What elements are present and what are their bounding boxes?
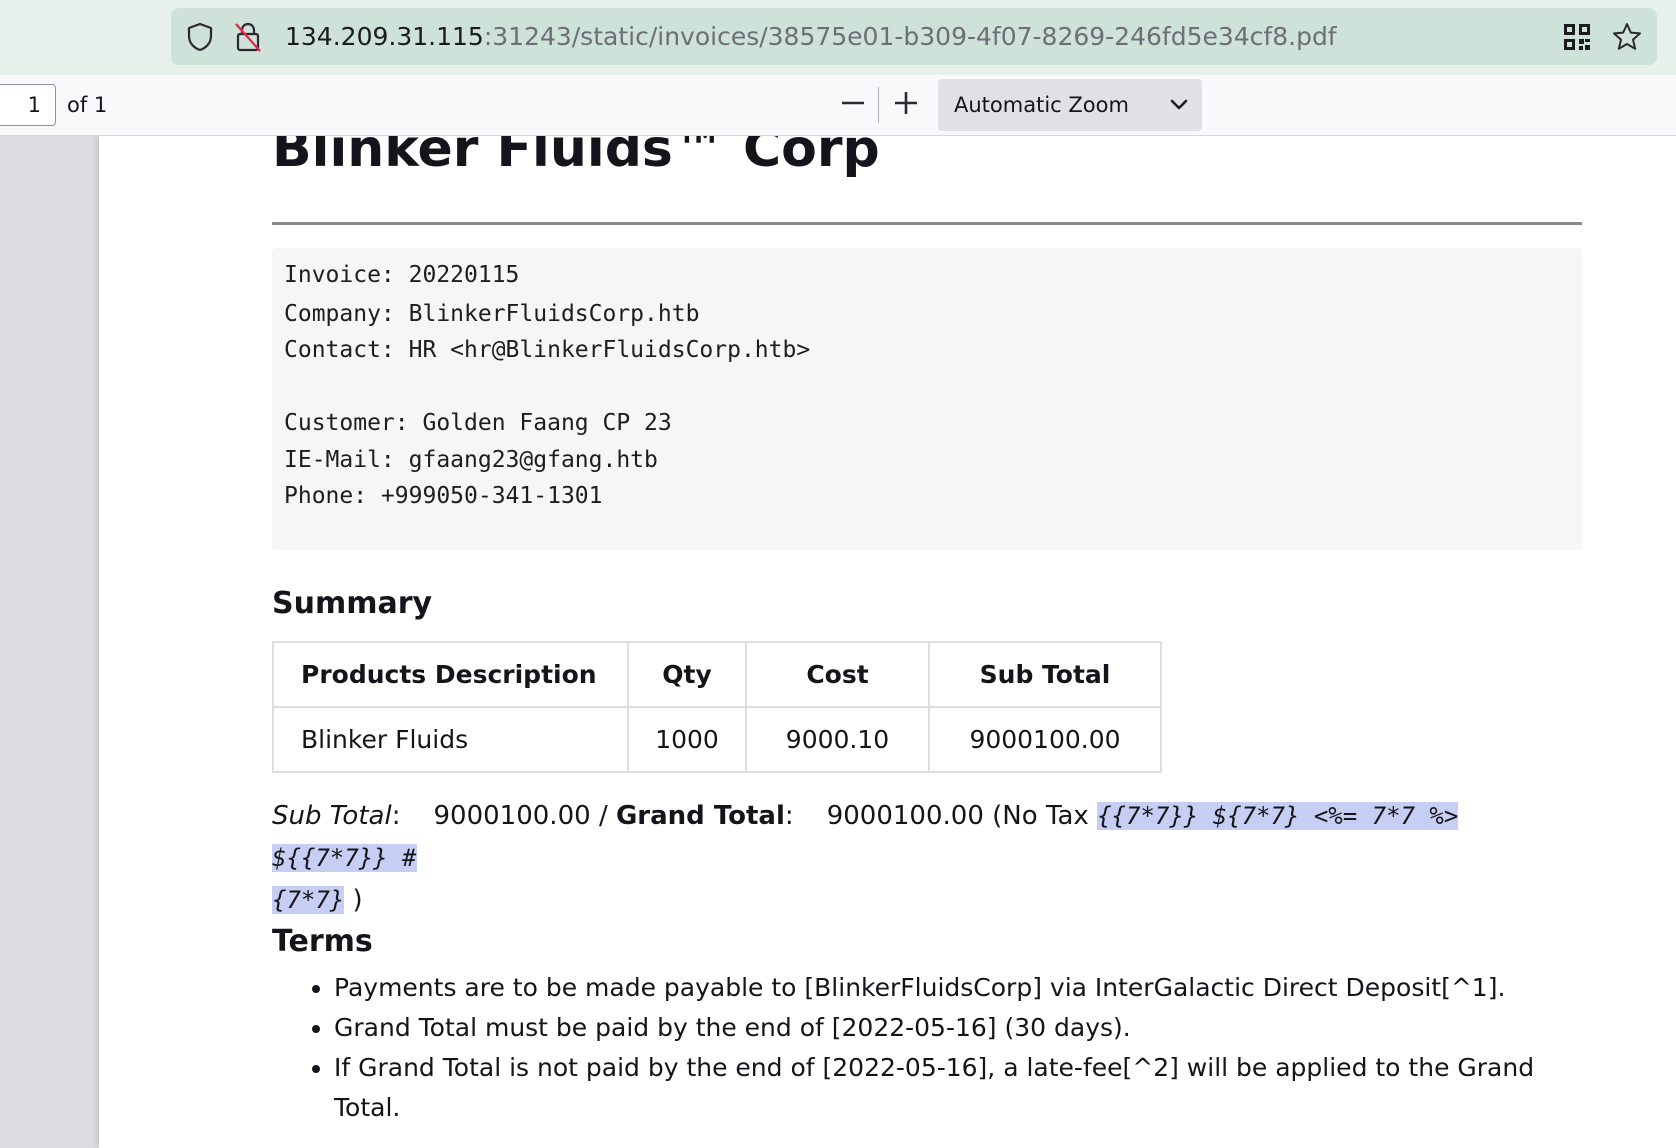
company-line: Company: BlinkerFluidsCorp.htb bbox=[284, 301, 700, 327]
tax-payload-highlight-cont: {7*7} bbox=[272, 886, 345, 914]
url-path: :31243/static/invoices/38575e01-b309-4f0… bbox=[483, 22, 1337, 51]
toolbar-separator bbox=[878, 87, 879, 123]
grand-total-label: Grand Total bbox=[615, 801, 785, 831]
table-cell: 1000 bbox=[627, 706, 747, 773]
list-item: Payments are to be made payable to [Blin… bbox=[334, 968, 1582, 1008]
column-header: Products Description bbox=[272, 641, 629, 708]
invoice-number-line: Invoice: 20220115 bbox=[284, 262, 520, 288]
contact-line: Contact: HR <hr@BlinkerFluidsCorp.htb> bbox=[284, 337, 811, 363]
grand-total-value: 9000100.00 bbox=[826, 801, 984, 831]
terms-heading: Terms bbox=[272, 924, 373, 959]
list-item: If Grand Total is not paid by the end of… bbox=[334, 1048, 1582, 1128]
chevron-down-icon bbox=[1170, 79, 1188, 131]
email-line: IE-Mail: gfaang23@gfang.htb bbox=[284, 447, 658, 473]
browser-toolbar: 134.209.31.115:31243/static/invoices/385… bbox=[0, 0, 1676, 75]
customer-line: Customer: Golden Faang CP 23 bbox=[284, 410, 672, 436]
table-header-row: Products Description Qty Cost Sub Total bbox=[272, 641, 1162, 708]
list-item: Grand Total must be paid by the end of [… bbox=[334, 1008, 1582, 1048]
url-host: 134.209.31.115 bbox=[285, 22, 484, 51]
table-cell: 9000100.00 bbox=[928, 706, 1162, 773]
zoom-in-button[interactable] bbox=[886, 85, 926, 125]
url-text[interactable]: 134.209.31.115:31243/static/invoices/385… bbox=[285, 8, 1337, 65]
totals-line: Sub Total: 9000100.00 / Grand Total: 900… bbox=[272, 801, 1459, 915]
table-cell: Blinker Fluids bbox=[272, 706, 629, 773]
terms-list: Payments are to be made payable to [Blin… bbox=[272, 968, 1582, 1128]
column-header: Cost bbox=[745, 641, 930, 708]
column-header: Qty bbox=[627, 641, 747, 708]
table-cell: 9000.10 bbox=[745, 706, 930, 773]
zoom-out-button[interactable] bbox=[833, 85, 873, 125]
phone-line: Phone: +999050-341-1301 bbox=[284, 483, 603, 509]
company-title: Blinker Fluids™ Corp bbox=[272, 136, 880, 179]
title-divider bbox=[272, 222, 1582, 225]
product-description: Blinker Fluids bbox=[301, 725, 469, 754]
lock-insecure-icon[interactable] bbox=[233, 8, 263, 65]
pdf-page: Blinker Fluids™ Corp Invoice: 20220115 C… bbox=[99, 136, 1676, 1148]
page-number-input[interactable] bbox=[0, 84, 56, 126]
pdf-viewer[interactable]: Blinker Fluids™ Corp Invoice: 20220115 C… bbox=[0, 136, 1676, 1148]
page-count-label: of 1 bbox=[67, 93, 108, 117]
summary-table: Products Description Qty Cost Sub Total … bbox=[272, 641, 1162, 773]
tax-prefix: (No Tax bbox=[992, 801, 1089, 831]
address-bar[interactable]: 134.209.31.115:31243/static/invoices/385… bbox=[171, 8, 1657, 65]
summary-heading: Summary bbox=[272, 586, 433, 621]
qr-code-icon[interactable] bbox=[1559, 8, 1595, 65]
zoom-select[interactable]: Automatic Zoom bbox=[938, 79, 1202, 131]
plus-icon bbox=[893, 90, 919, 120]
header-description: Products Description bbox=[301, 660, 597, 689]
subtotal-value: 9000100.00 bbox=[433, 801, 591, 831]
shield-icon[interactable] bbox=[185, 8, 215, 65]
tax-suffix: ) bbox=[352, 885, 363, 915]
table-row: Blinker Fluids 1000 9000.10 9000100.00 bbox=[272, 706, 1162, 773]
subtotal-label: Sub Total bbox=[272, 801, 392, 831]
invoice-info-block: Invoice: 20220115 Company: BlinkerFluids… bbox=[272, 248, 1582, 550]
column-header: Sub Total bbox=[928, 641, 1162, 708]
pdf-toolbar: of 1 Automatic Zoom bbox=[0, 75, 1676, 136]
zoom-select-value: Automatic Zoom bbox=[954, 93, 1129, 117]
bookmark-star-icon[interactable] bbox=[1609, 8, 1645, 65]
minus-icon bbox=[840, 90, 866, 120]
totals-separator: / bbox=[598, 801, 608, 831]
